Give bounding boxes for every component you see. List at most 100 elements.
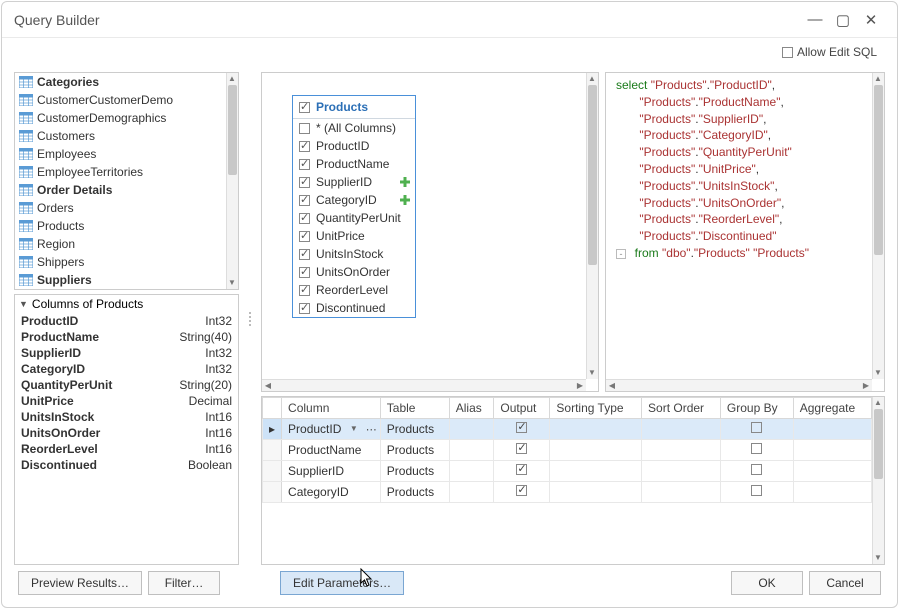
- sorting-type-cell[interactable]: [550, 461, 642, 482]
- alias-cell[interactable]: [449, 461, 494, 482]
- field-item[interactable]: ReorderLevel: [293, 281, 415, 299]
- field-item[interactable]: UnitsInStock: [293, 245, 415, 263]
- products-table-box[interactable]: Products * (All Columns)ProductIDProduct…: [292, 95, 416, 318]
- aggregate-cell[interactable]: [793, 419, 871, 440]
- field-item[interactable]: QuantityPerUnit: [293, 209, 415, 227]
- edit-parameters-button[interactable]: Edit Parameters…: [280, 571, 404, 595]
- column-row[interactable]: UnitsInStockInt16: [15, 409, 238, 425]
- grid-header[interactable]: Column: [282, 398, 381, 419]
- close-button[interactable]: ✕: [857, 11, 885, 29]
- groupby-cell[interactable]: [720, 419, 793, 440]
- scroll-down-icon[interactable]: ▼: [226, 277, 238, 289]
- groupby-checkbox[interactable]: [751, 464, 762, 475]
- column-row[interactable]: ProductNameString(40): [15, 329, 238, 345]
- table-item[interactable]: CustomerDemographics: [15, 109, 226, 127]
- table-cell[interactable]: Products: [380, 461, 449, 482]
- grid-header[interactable]: Output: [494, 398, 550, 419]
- alias-cell[interactable]: [449, 419, 494, 440]
- field-checkbox[interactable]: [299, 141, 310, 152]
- output-checkbox[interactable]: [516, 422, 527, 433]
- column-cell[interactable]: SupplierID: [282, 461, 381, 482]
- canvas-vscroll[interactable]: ▲ ▼: [586, 73, 598, 379]
- groupby-cell[interactable]: [720, 440, 793, 461]
- canvas-hscroll[interactable]: ◀ ▶: [262, 379, 586, 391]
- grid-header[interactable]: Aggregate: [793, 398, 871, 419]
- output-checkbox[interactable]: [516, 485, 527, 496]
- scroll-up-icon[interactable]: ▲: [586, 73, 598, 85]
- table-item[interactable]: Order Details: [15, 181, 226, 199]
- field-checkbox[interactable]: [299, 303, 310, 314]
- grid-row[interactable]: CategoryIDProducts: [263, 482, 872, 503]
- column-row[interactable]: ReorderLevelInt16: [15, 441, 238, 457]
- scroll-down-icon[interactable]: ▼: [872, 367, 884, 379]
- output-cell[interactable]: [494, 461, 550, 482]
- table-item[interactable]: CustomerCustomerDemo: [15, 91, 226, 109]
- column-cell[interactable]: ProductName: [282, 440, 381, 461]
- field-checkbox[interactable]: [299, 123, 310, 134]
- table-item[interactable]: Categories: [15, 73, 226, 91]
- column-row[interactable]: QuantityPerUnitString(20): [15, 377, 238, 393]
- groupby-cell[interactable]: [720, 482, 793, 503]
- field-item[interactable]: ProductName: [293, 155, 415, 173]
- field-checkbox[interactable]: [299, 159, 310, 170]
- output-cell[interactable]: [494, 440, 550, 461]
- groupby-checkbox[interactable]: [751, 443, 762, 454]
- table-item[interactable]: Suppliers: [15, 271, 226, 289]
- design-canvas[interactable]: Products * (All Columns)ProductIDProduct…: [261, 72, 599, 392]
- table-item[interactable]: Customers: [15, 127, 226, 145]
- field-checkbox[interactable]: [299, 285, 310, 296]
- field-checkbox[interactable]: [299, 195, 310, 206]
- aggregate-cell[interactable]: [793, 461, 871, 482]
- scroll-thumb[interactable]: [228, 85, 237, 175]
- scroll-down-icon[interactable]: ▼: [586, 367, 598, 379]
- splitter[interactable]: [247, 72, 253, 565]
- scroll-thumb[interactable]: [874, 409, 883, 479]
- column-row[interactable]: CategoryIDInt32: [15, 361, 238, 377]
- scroll-left-icon[interactable]: ◀: [606, 380, 618, 392]
- columns-header[interactable]: ▼ Columns of Products: [15, 295, 238, 313]
- allow-edit-sql-checkbox[interactable]: [782, 47, 793, 58]
- scroll-up-icon[interactable]: ▲: [226, 73, 238, 85]
- scroll-left-icon[interactable]: ◀: [262, 380, 274, 392]
- table-item[interactable]: Employees: [15, 145, 226, 163]
- scroll-right-icon[interactable]: ▶: [574, 380, 586, 392]
- grid-row[interactable]: ProductNameProducts: [263, 440, 872, 461]
- field-item[interactable]: SupplierID: [293, 173, 415, 191]
- output-checkbox[interactable]: [516, 443, 527, 454]
- maximize-button[interactable]: ▢: [829, 11, 857, 29]
- field-item[interactable]: ProductID: [293, 137, 415, 155]
- field-checkbox[interactable]: [299, 177, 310, 188]
- field-checkbox[interactable]: [299, 267, 310, 278]
- scroll-up-icon[interactable]: ▲: [872, 73, 884, 85]
- dropdown-icon[interactable]: ▼: [350, 424, 358, 433]
- output-checkbox[interactable]: [516, 464, 527, 475]
- cancel-button[interactable]: Cancel: [809, 571, 881, 595]
- grid-header[interactable]: Table: [380, 398, 449, 419]
- sorting-type-cell[interactable]: [550, 440, 642, 461]
- column-cell[interactable]: CategoryID: [282, 482, 381, 503]
- sql-vscroll[interactable]: ▲ ▼: [872, 73, 884, 379]
- grid-row[interactable]: ▸ProductID▼⋯Products: [263, 419, 872, 440]
- scroll-thumb[interactable]: [874, 85, 883, 255]
- sql-hscroll[interactable]: ◀ ▶: [606, 379, 872, 391]
- table-item[interactable]: Shippers: [15, 253, 226, 271]
- products-header-checkbox[interactable]: [299, 102, 310, 113]
- field-checkbox[interactable]: [299, 213, 310, 224]
- sort-order-cell[interactable]: [642, 461, 721, 482]
- sorting-type-cell[interactable]: [550, 482, 642, 503]
- field-item[interactable]: UnitPrice: [293, 227, 415, 245]
- aggregate-cell[interactable]: [793, 440, 871, 461]
- field-checkbox[interactable]: [299, 249, 310, 260]
- grid-header[interactable]: Group By: [720, 398, 793, 419]
- column-row[interactable]: UnitPriceDecimal: [15, 393, 238, 409]
- grid-vscroll[interactable]: ▲ ▼: [872, 397, 884, 564]
- sort-order-cell[interactable]: [642, 419, 721, 440]
- output-cell[interactable]: [494, 419, 550, 440]
- table-cell[interactable]: Products: [380, 482, 449, 503]
- grid-row[interactable]: SupplierIDProducts: [263, 461, 872, 482]
- sort-order-cell[interactable]: [642, 482, 721, 503]
- column-cell[interactable]: ProductID▼⋯: [282, 419, 381, 440]
- table-item[interactable]: Orders: [15, 199, 226, 217]
- column-row[interactable]: DiscontinuedBoolean: [15, 457, 238, 473]
- scroll-thumb[interactable]: [588, 85, 597, 265]
